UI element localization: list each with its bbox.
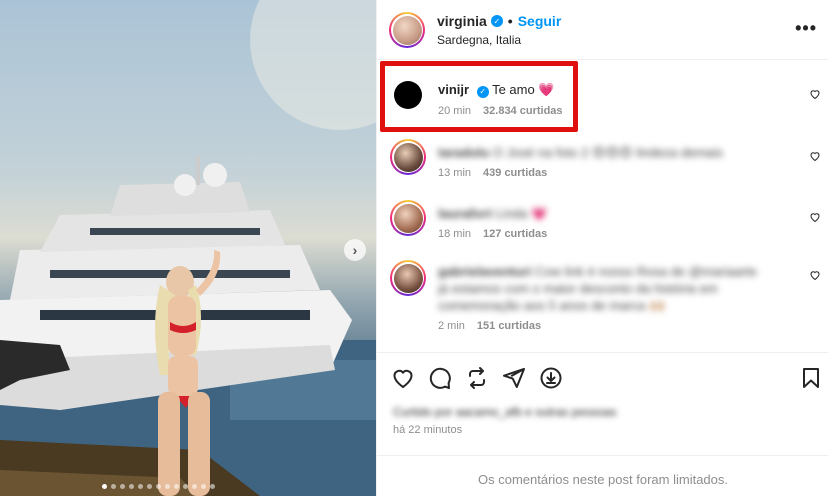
carousel-dot [210,484,215,489]
post-location[interactable]: Sardegna, Italia [437,33,521,47]
commenter-username[interactable]: lauralivri [438,206,492,221]
comment-item: lauralivri Linda 💗 18 min 127 curtidas [377,198,828,258]
author-avatar[interactable] [389,12,425,48]
pink-heart-emoji: 💗 [531,206,548,221]
comment-likes[interactable]: 439 curtidas [483,167,547,179]
divider [377,352,828,353]
verified-badge-icon: ✓ [490,15,503,27]
carousel-next-button[interactable]: › [344,239,366,261]
carousel-dot [147,484,152,489]
more-options-icon[interactable]: ••• [795,18,817,39]
carousel-dot [138,484,143,489]
carousel-dot [129,484,134,489]
share-icon[interactable] [465,366,489,390]
post-side-panel: virginia ✓ • Seguir Sardegna, Italia •••… [376,0,828,496]
commenter-username[interactable]: gabrielaventuri [438,264,531,279]
liked-by-text[interactable]: Curtido por aacamo_afb e outras pessoas [393,405,616,419]
carousel-dots [102,484,215,489]
like-comment-heart-icon[interactable] [809,211,821,223]
post-header: virginia ✓ • Seguir Sardegna, Italia ••• [377,0,828,60]
carousel-dot [111,484,116,489]
carousel-dot [165,484,170,489]
commenter-avatar[interactable] [390,200,426,236]
carousel-dot [192,484,197,489]
carousel-dot [201,484,206,489]
divider [377,455,828,456]
comment-text-line: comemoração aos 5 anos de marca 🙌🏼 [438,298,666,313]
carousel-dot [102,484,107,489]
like-comment-heart-icon[interactable] [809,269,821,281]
send-icon[interactable] [502,366,526,390]
like-comment-heart-icon[interactable] [809,150,821,162]
post-timestamp: há 22 minutos [393,424,463,436]
commenter-avatar[interactable] [390,260,426,296]
like-comment-heart-icon[interactable] [809,88,821,100]
comment-item: vinijr ✓ Te amo 💗 20 min 32.834 curtidas [377,61,828,133]
bookmark-icon[interactable] [799,366,823,390]
comments-list[interactable]: vinijr ✓ Te amo 💗 20 min 32.834 curtidas … [377,61,828,352]
comment-text: O José na foto 2 😍😍😍 lindeza demais [492,145,723,160]
comments-limited-notice: Os comentários neste post foram limitado… [478,472,728,487]
post-actions-bar [377,360,828,396]
commenter-avatar[interactable] [390,139,426,175]
comment-text: Cow link é nosso Rosa de @mariaarte [534,264,757,279]
comment-likes[interactable]: 127 curtidas [483,228,547,240]
carousel-dot [174,484,179,489]
comment-time: 13 min [438,167,472,179]
comment-text-line: já estamos com o maior desconto da histó… [438,281,718,296]
carousel-dot [183,484,188,489]
post-photo[interactable]: › [0,0,376,496]
comment-likes[interactable]: 151 curtidas [477,320,541,332]
comment-time: 18 min [438,228,472,240]
follow-button[interactable]: Seguir [518,13,562,29]
yacht-photo-illustration [0,0,376,496]
carousel-dot [120,484,125,489]
comment-item: gabrielaventuri Cow link é nosso Rosa de… [377,258,828,348]
author-username[interactable]: virginia [437,13,487,29]
heart-icon[interactable] [391,366,415,390]
commenter-username[interactable]: taradolu [438,145,489,160]
comment-text: Linda [495,206,528,221]
comment-item: taradolu O José na foto 2 😍😍😍 lindeza de… [377,137,828,197]
separator-dot: • [507,13,513,29]
carousel-dot [156,484,161,489]
comment-time: 2 min [438,320,465,332]
download-icon[interactable] [539,366,563,390]
red-highlight-box [380,61,578,132]
comment-icon[interactable] [428,366,452,390]
